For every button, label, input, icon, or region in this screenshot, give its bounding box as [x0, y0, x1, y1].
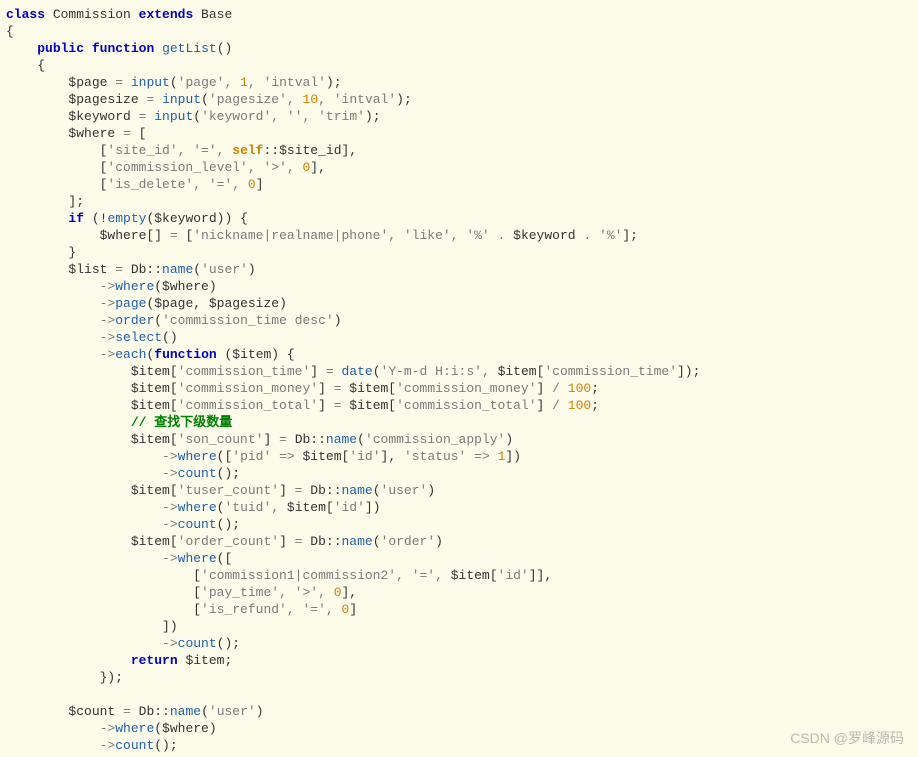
- code-line: });: [6, 669, 918, 686]
- code-line: {: [6, 57, 918, 74]
- code-line: ->order('commission_time desc'): [6, 312, 918, 329]
- code-line: $page = input('page', 1, 'intval');: [6, 74, 918, 91]
- code-line: ['is_delete', '=', 0]: [6, 176, 918, 193]
- code-line: $item['tuser_count'] = Db::name('user'): [6, 482, 918, 499]
- code-line: ['commission_level', '>', 0],: [6, 159, 918, 176]
- code-line: ->where('tuid', $item['id']): [6, 499, 918, 516]
- code-line: ->count();: [6, 635, 918, 652]
- code-line: $pagesize = input('pagesize', 10, 'intva…: [6, 91, 918, 108]
- code-line: $list = Db::name('user'): [6, 261, 918, 278]
- code-line: $item['son_count'] = Db::name('commissio…: [6, 431, 918, 448]
- code-line: $count = Db::name('user'): [6, 703, 918, 720]
- code-line: $item['order_count'] = Db::name('order'): [6, 533, 918, 550]
- code-line: ['is_refund', '=', 0]: [6, 601, 918, 618]
- code-line: ->where(['pid' => $item['id'], 'status' …: [6, 448, 918, 465]
- code-line: ->where([: [6, 550, 918, 567]
- code-line: $item['commission_total'] = $item['commi…: [6, 397, 918, 414]
- code-line: {: [6, 23, 918, 40]
- code-line: $item['commission_money'] = $item['commi…: [6, 380, 918, 397]
- code-block: class Commission extends Base{ public fu…: [6, 6, 918, 754]
- code-line: }: [6, 244, 918, 261]
- code-line: ->select(): [6, 329, 918, 346]
- code-line: $where = [: [6, 125, 918, 142]
- code-line: ->where($where): [6, 720, 918, 737]
- code-line: public function getList(): [6, 40, 918, 57]
- code-line: ['site_id', '=', self::$site_id],: [6, 142, 918, 159]
- code-line: ['pay_time', '>', 0],: [6, 584, 918, 601]
- code-line: $item['commission_time'] = date('Y-m-d H…: [6, 363, 918, 380]
- code-line: ->page($page, $pagesize): [6, 295, 918, 312]
- code-line: if (!empty($keyword)) {: [6, 210, 918, 227]
- code-line: ->each(function ($item) {: [6, 346, 918, 363]
- code-line: // 查找下级数量: [6, 414, 918, 431]
- code-line: [6, 686, 918, 703]
- code-line: ->count();: [6, 516, 918, 533]
- code-line: ];: [6, 193, 918, 210]
- code-line: return $item;: [6, 652, 918, 669]
- code-line: class Commission extends Base: [6, 6, 918, 23]
- code-line: ['commission1|commission2', '=', $item['…: [6, 567, 918, 584]
- code-line: ]): [6, 618, 918, 635]
- code-line: $keyword = input('keyword', '', 'trim');: [6, 108, 918, 125]
- code-line: ->where($where): [6, 278, 918, 295]
- code-line: ->count();: [6, 737, 918, 754]
- code-line: $where[] = ['nickname|realname|phone', '…: [6, 227, 918, 244]
- code-line: ->count();: [6, 465, 918, 482]
- watermark: CSDN @罗峰源码: [790, 730, 904, 747]
